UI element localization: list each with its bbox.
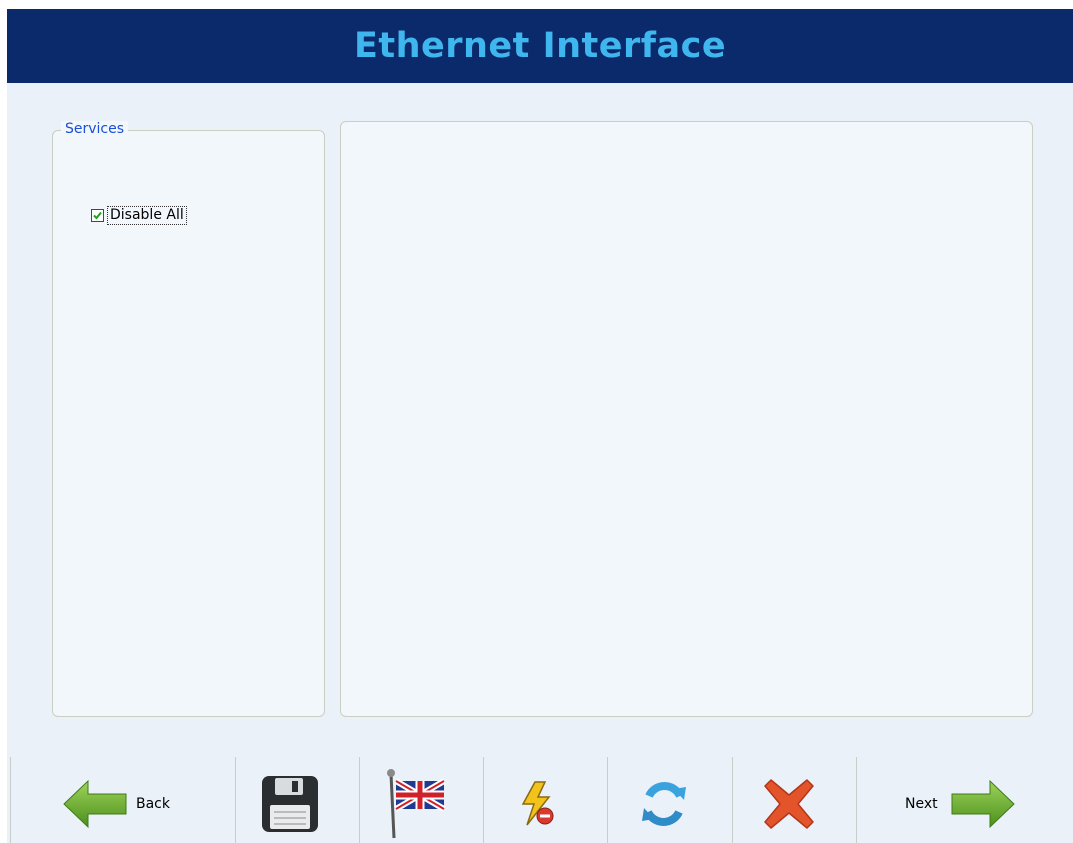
checkmark-icon xyxy=(93,211,102,220)
toolbar-separator xyxy=(235,757,236,843)
toolbar-separator xyxy=(856,757,857,843)
page-title: Ethernet Interface xyxy=(353,26,727,66)
cancel-icon xyxy=(764,779,814,829)
back-label: Back xyxy=(136,796,170,812)
bottom-toolbar: Back Next xyxy=(7,757,1073,843)
refresh-icon xyxy=(642,782,686,826)
toolbar-separator xyxy=(10,757,11,843)
content-panel xyxy=(340,121,1033,717)
save-icon xyxy=(262,776,318,832)
back-arrow-icon xyxy=(63,779,127,829)
disable-all-label[interactable]: Disable All xyxy=(107,206,187,225)
toolbar-separator xyxy=(732,757,733,843)
refresh-button[interactable] xyxy=(639,769,689,839)
language-flag-icon xyxy=(387,769,446,839)
app-frame: Ethernet Interface Services Disable All xyxy=(7,9,1073,843)
language-button[interactable] xyxy=(385,769,447,839)
back-button[interactable]: Back xyxy=(62,769,170,839)
save-button[interactable] xyxy=(261,769,319,839)
toolbar-separator xyxy=(607,757,608,843)
lightning-remove-icon xyxy=(521,781,554,826)
next-label: Next xyxy=(905,796,938,812)
title-bar: Ethernet Interface xyxy=(7,9,1073,83)
next-arrow-icon xyxy=(951,779,1015,829)
next-button[interactable]: Next xyxy=(905,769,1016,839)
toolbar-separator xyxy=(483,757,484,843)
cancel-button[interactable] xyxy=(761,769,817,839)
disable-all-checkbox[interactable] xyxy=(91,209,104,222)
disable-all-option[interactable]: Disable All xyxy=(91,206,187,225)
disconnect-button[interactable] xyxy=(517,769,557,839)
services-legend: Services xyxy=(61,121,129,137)
toolbar-separator xyxy=(359,757,360,843)
services-group: Services Disable All xyxy=(52,121,325,717)
